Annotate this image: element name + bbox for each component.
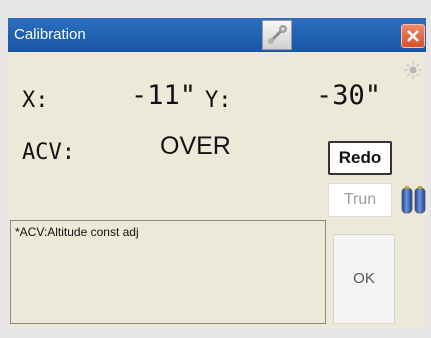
y-label: Y: — [205, 88, 232, 113]
redo-button[interactable]: Redo — [328, 141, 392, 175]
window-title: Calibration — [14, 26, 86, 43]
calibration-window: Calibration X: -11" Y: -30" ACV: OVER Re… — [8, 18, 426, 328]
trun-button[interactable]: Trun — [328, 183, 392, 217]
acv-label: ACV: — [22, 140, 75, 165]
title-bar: Calibration — [8, 18, 426, 52]
battery-icon — [401, 186, 426, 214]
sun-icon — [404, 61, 422, 79]
x-label: X: — [22, 88, 49, 113]
ok-button[interactable]: OK — [333, 234, 395, 324]
note-text: *ACV:Altitude const adj — [15, 225, 139, 239]
connection-icon[interactable] — [262, 20, 292, 50]
close-icon — [407, 30, 419, 42]
note-panel: *ACV:Altitude const adj — [10, 220, 326, 324]
x-value: -11" — [131, 80, 197, 111]
close-button[interactable] — [401, 24, 425, 48]
acv-value: OVER — [160, 132, 231, 160]
y-value: -30" — [316, 80, 382, 111]
